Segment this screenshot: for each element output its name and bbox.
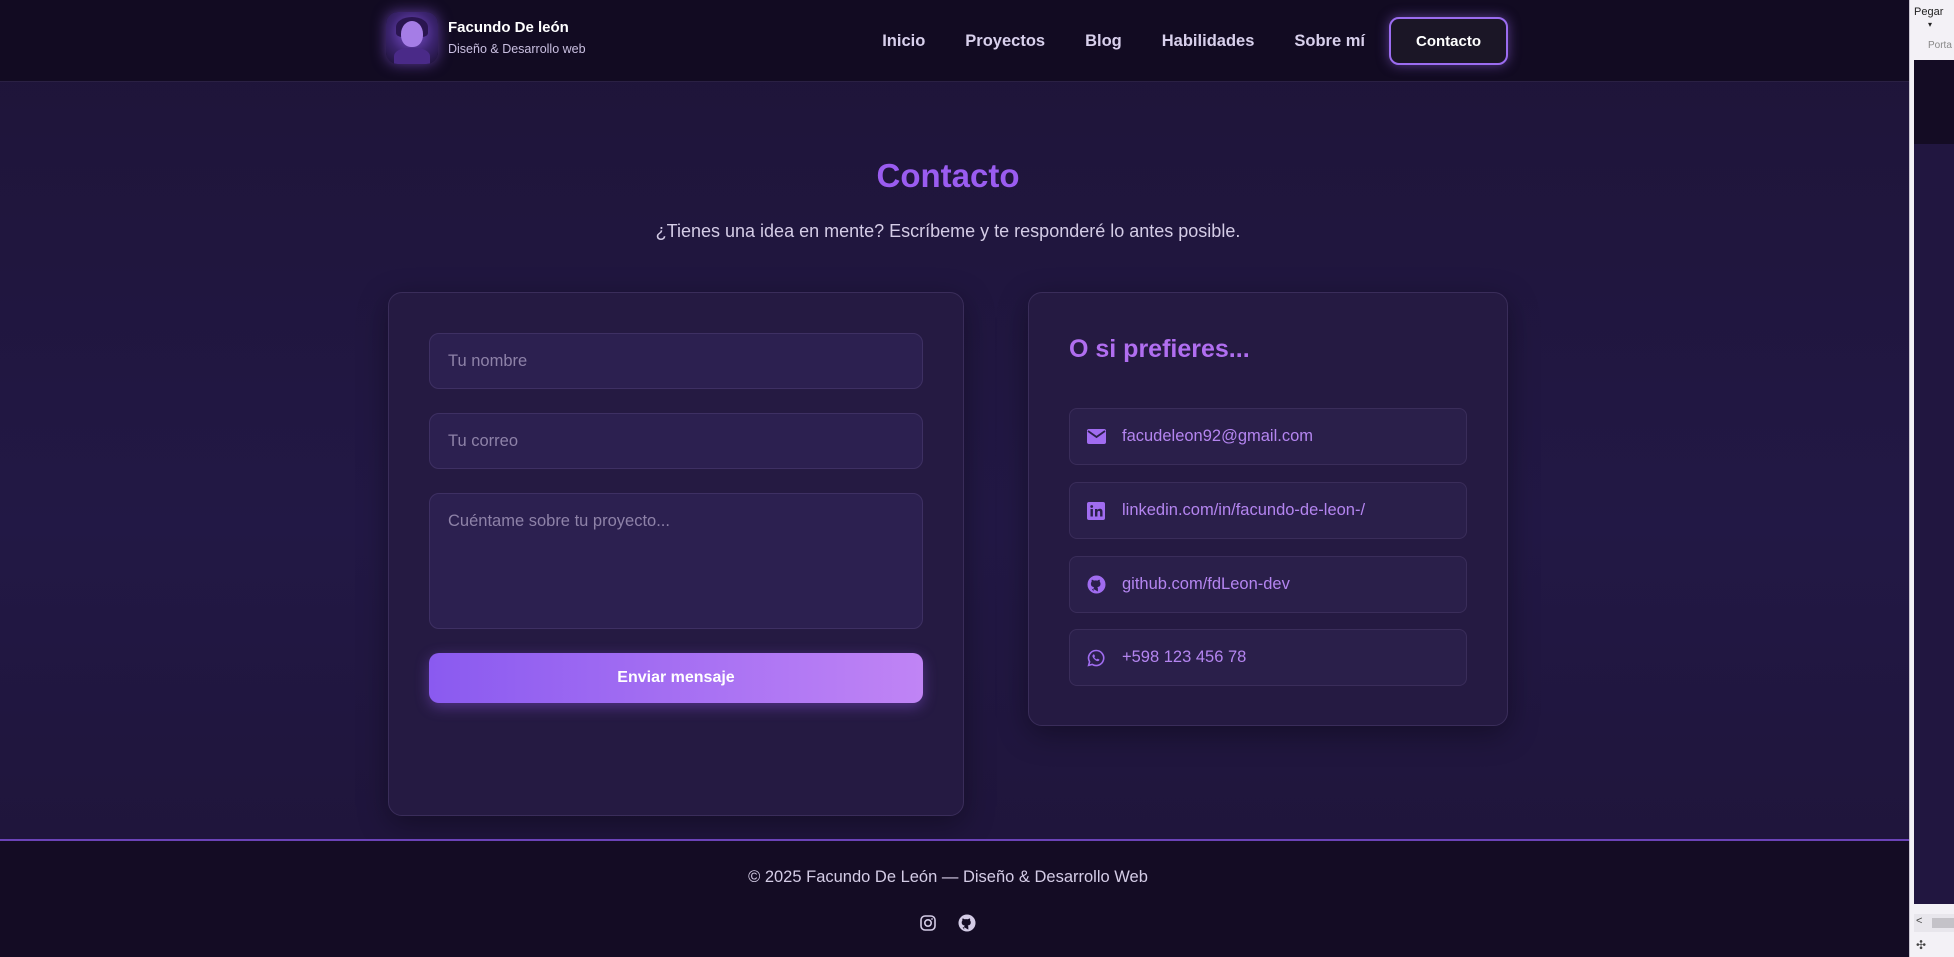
nav-blog[interactable]: Blog [1085, 30, 1122, 52]
linkedin-icon [1086, 501, 1106, 521]
scrollbar-thumb[interactable] [1932, 918, 1954, 928]
nav-contacto-button[interactable]: Contacto [1389, 17, 1508, 65]
nav-habilidades[interactable]: Habilidades [1162, 30, 1255, 52]
message-textarea[interactable]: Cuéntame sobre tu proyecto... [429, 493, 923, 629]
page-subtitle: ¿Tienes una idea en mente? Escríbeme y t… [655, 221, 1241, 241]
instagram-icon[interactable] [918, 913, 938, 933]
contact-email-link[interactable]: facudeleon92@gmail.com [1069, 408, 1467, 465]
contact-whatsapp-link[interactable]: +598 123 456 78 [1069, 629, 1467, 686]
side-panel: Pegar ▾ Porta < ✣ [1909, 0, 1954, 957]
nav-sobre-mi[interactable]: Sobre mí [1294, 30, 1365, 52]
contact-linkedin-link[interactable]: linkedin.com/in/facundo-de-leon-/ [1069, 482, 1467, 539]
contact-phone-text: +598 123 456 78 [1122, 648, 1247, 666]
copyright: © 2025 Facundo De León — Diseño & Desarr… [748, 868, 1148, 886]
contact-email-text: facudeleon92@gmail.com [1122, 427, 1314, 445]
site-header: Facundo De león Diseño & Desarrollo web … [0, 0, 1909, 82]
main-nav: Inicio Proyectos Blog Habilidades Sobre … [842, 17, 1508, 65]
preview-body [1914, 144, 1954, 904]
contact-info-card: O si prefieres... facudeleon92@gmail.com… [1028, 292, 1508, 726]
info-title: O si prefieres... [1069, 335, 1250, 363]
nav-proyectos[interactable]: Proyectos [965, 30, 1045, 52]
chevron-down-icon[interactable]: ▾ [1928, 20, 1932, 29]
github-icon [1086, 575, 1106, 595]
resize-handle-icon[interactable]: ✣ [1916, 938, 1926, 952]
contact-linkedin-text: linkedin.com/in/facundo-de-leon-/ [1122, 501, 1366, 519]
scroll-left-icon[interactable]: < [1916, 915, 1922, 927]
social-links [918, 913, 996, 933]
paste-button[interactable]: Pegar [1914, 6, 1943, 18]
avatar [386, 12, 438, 64]
preview-strip [1914, 60, 1954, 144]
porta-label: Porta [1928, 40, 1952, 51]
contact-github-link[interactable]: github.com/fdLeon-dev [1069, 556, 1467, 613]
nav-inicio[interactable]: Inicio [882, 30, 925, 52]
page: Facundo De león Diseño & Desarrollo web … [0, 0, 1909, 957]
contact-github-text: github.com/fdLeon-dev [1122, 575, 1290, 593]
brand[interactable]: Facundo De león Diseño & Desarrollo web [386, 12, 586, 64]
brand-tagline: Diseño & Desarrollo web [448, 42, 586, 56]
send-message-button[interactable]: Enviar mensaje [429, 653, 923, 703]
github-icon[interactable] [957, 913, 977, 933]
name-input[interactable]: Tu nombre [429, 333, 923, 389]
page-title: Contacto [876, 157, 1020, 194]
contact-form-card: Tu nombre Tu correo Cuéntame sobre tu pr… [388, 292, 964, 816]
whatsapp-icon [1086, 648, 1106, 668]
envelope-icon [1086, 427, 1106, 447]
site-footer: © 2025 Facundo De León — Diseño & Desarr… [0, 839, 1909, 957]
email-input[interactable]: Tu correo [429, 413, 923, 469]
brand-name: Facundo De león [448, 19, 569, 36]
